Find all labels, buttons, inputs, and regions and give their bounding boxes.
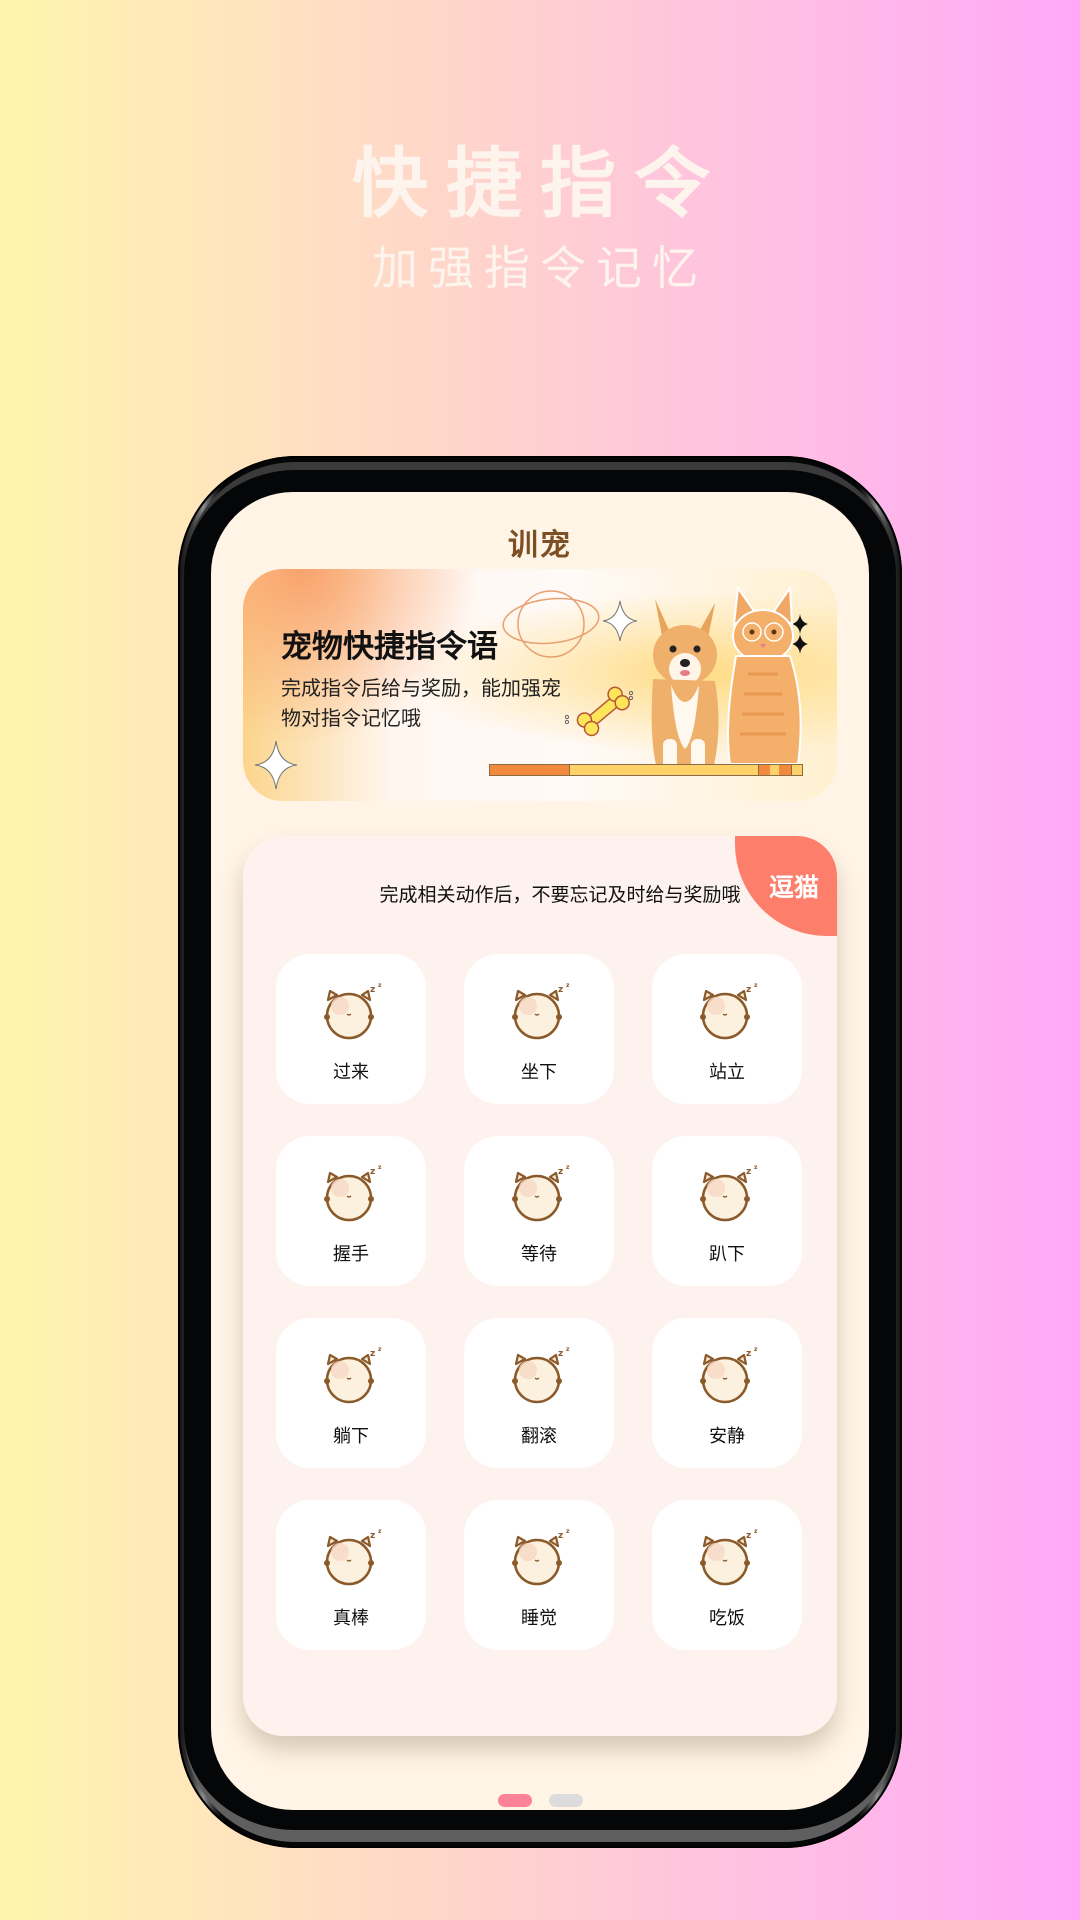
sleeping-pet-icon: z z: [700, 1528, 758, 1586]
svg-text:z: z: [566, 1346, 570, 1353]
command-button[interactable]: z z 过来: [276, 954, 426, 1104]
svg-text:z: z: [566, 982, 570, 989]
svg-text:z: z: [378, 1346, 382, 1353]
banner-description: 完成指令后给与奖励，能加强宠物对指令记忆哦: [281, 676, 561, 730]
svg-text:z: z: [754, 1164, 758, 1171]
command-button[interactable]: z z 吃饭: [652, 1500, 802, 1650]
command-grid: z z 过来 z z 坐下 z z 站立 z z 握手 z z 等待 z z 趴…: [276, 954, 806, 1650]
sleeping-pet-icon: z z: [700, 1346, 758, 1404]
sleeping-pet-icon: z z: [512, 1528, 570, 1586]
command-label: 翻滚: [521, 1426, 557, 1447]
shelf-segment: [570, 765, 758, 775]
command-button[interactable]: z z 趴下: [652, 1136, 802, 1286]
shelf-decoration: [489, 764, 803, 776]
svg-text:z: z: [754, 1346, 758, 1353]
command-label: 躺下: [333, 1426, 369, 1447]
command-button[interactable]: z z 安静: [652, 1318, 802, 1468]
command-label: 站立: [709, 1062, 745, 1083]
page-dot[interactable]: [548, 1794, 583, 1807]
command-label: 坐下: [521, 1062, 557, 1083]
page-indicator: [211, 1794, 869, 1807]
command-button[interactable]: z z 躺下: [276, 1318, 426, 1468]
shelf-segment: [490, 765, 570, 775]
command-label: 真棒: [333, 1608, 369, 1629]
command-button[interactable]: z z 等待: [464, 1136, 614, 1286]
svg-text:z: z: [746, 1167, 751, 1177]
svg-text:z: z: [370, 985, 375, 995]
sleeping-pet-icon: z z: [512, 1346, 570, 1404]
command-button[interactable]: z z 握手: [276, 1136, 426, 1286]
shelf-segment: [758, 765, 770, 775]
command-button[interactable]: z z 真棒: [276, 1500, 426, 1650]
svg-text:z: z: [558, 985, 563, 995]
command-label: 安静: [709, 1426, 745, 1447]
svg-text:z: z: [566, 1528, 570, 1535]
svg-text:z: z: [370, 1349, 375, 1359]
cat-image: [727, 585, 802, 765]
sleeping-pet-icon: z z: [512, 1164, 570, 1222]
svg-text:z: z: [378, 982, 382, 989]
bone-icon: [564, 686, 634, 737]
svg-text:z: z: [754, 982, 758, 989]
commands-panel: 完成相关动作后，不要忘记及时给与奖励哦 逗猫 z z 过来 z z 坐下 z z…: [243, 836, 837, 1736]
tease-cat-tab[interactable]: 逗猫: [735, 836, 837, 936]
banner-title: 宠物快捷指令语: [281, 629, 498, 665]
planet-icon: [502, 590, 600, 658]
svg-text:z: z: [754, 1528, 758, 1535]
svg-text:z: z: [558, 1349, 563, 1359]
command-button[interactable]: z z 站立: [652, 954, 802, 1104]
sleeping-pet-icon: z z: [324, 1528, 382, 1586]
svg-text:z: z: [378, 1164, 382, 1171]
command-label: 吃饭: [709, 1608, 745, 1629]
sleeping-pet-icon: z z: [324, 1346, 382, 1404]
promo-subtitle: 加强指令记忆: [372, 241, 708, 295]
svg-text:z: z: [370, 1167, 375, 1177]
phone-frame: 训宠 宠物快捷指令语 完成指令后给与奖励，能加强宠物对指令记忆哦 完成相关动作后…: [178, 456, 902, 1848]
sleeping-pet-icon: z z: [700, 1164, 758, 1222]
svg-text:z: z: [378, 1528, 382, 1535]
command-button[interactable]: z z 坐下: [464, 954, 614, 1104]
command-button[interactable]: z z 翻滚: [464, 1318, 614, 1468]
app-title: 训宠: [508, 528, 572, 563]
svg-text:z: z: [558, 1531, 563, 1541]
shelf-segment: [791, 765, 802, 775]
app-screen: 训宠 宠物快捷指令语 完成指令后给与奖励，能加强宠物对指令记忆哦 完成相关动作后…: [211, 492, 869, 1810]
promo-banner[interactable]: 宠物快捷指令语 完成指令后给与奖励，能加强宠物对指令记忆哦: [243, 569, 837, 801]
command-label: 趴下: [709, 1244, 745, 1265]
shelf-segment: [770, 765, 779, 775]
command-label: 握手: [333, 1244, 369, 1265]
sparkle-icon: [254, 740, 298, 790]
promo-title: 快捷指令: [352, 139, 728, 228]
sleeping-pet-icon: z z: [324, 982, 382, 1040]
page-dot-active[interactable]: [497, 1794, 532, 1807]
sleeping-pet-icon: z z: [700, 982, 758, 1040]
svg-text:z: z: [746, 1531, 751, 1541]
shelf-segment: [779, 765, 791, 775]
command-label: 等待: [521, 1244, 557, 1265]
command-button[interactable]: z z 睡觉: [464, 1500, 614, 1650]
sleeping-pet-icon: z z: [324, 1164, 382, 1222]
svg-text:z: z: [746, 985, 751, 995]
sleeping-pet-icon: z z: [512, 982, 570, 1040]
svg-text:z: z: [746, 1349, 751, 1359]
svg-text:z: z: [558, 1167, 563, 1177]
command-label: 过来: [333, 1062, 369, 1083]
svg-text:z: z: [370, 1531, 375, 1541]
svg-text:z: z: [566, 1164, 570, 1171]
command-label: 睡觉: [521, 1608, 557, 1629]
